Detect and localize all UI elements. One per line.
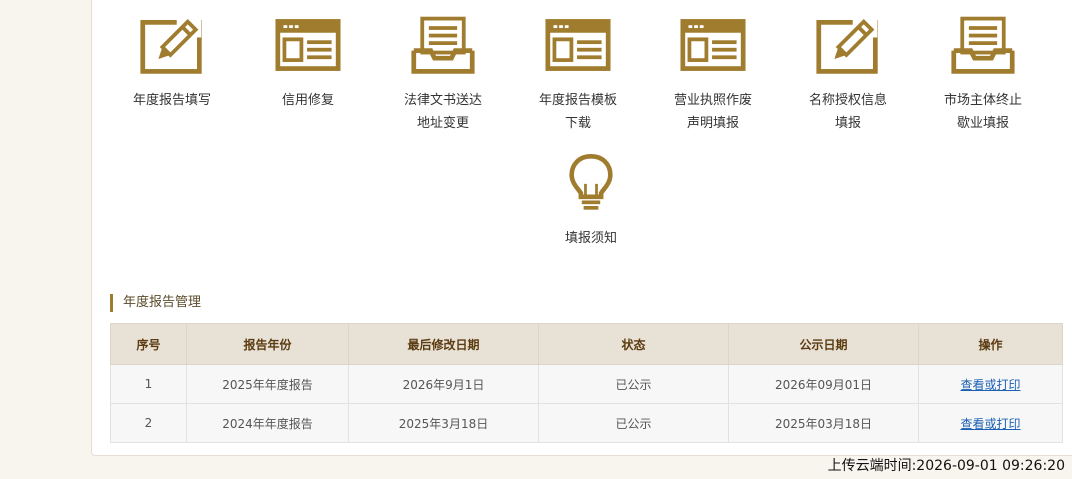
- name-authorization-button[interactable]: 名称授权信息 填报: [780, 14, 916, 135]
- lightbulb-icon: [568, 151, 614, 215]
- inbox-tray-icon: [950, 14, 1016, 76]
- publish-date: 2026年09月01日: [728, 364, 919, 404]
- row-index: 1: [110, 364, 187, 404]
- table-row: 1 2025年年度报告 2026年9月1日 已公示 2026年09月01日 查看…: [110, 364, 1063, 404]
- last-modified-date: 2025年3月18日: [348, 403, 539, 443]
- inbox-tray-icon: [410, 14, 476, 76]
- service-label: 法律文书送达 地址变更: [403, 93, 482, 131]
- table-row: 2 2024年年度报告 2025年3月18日 已公示 2025年03月18日 查…: [110, 403, 1063, 443]
- last-modified-date: 2026年9月1日: [348, 364, 539, 404]
- report-year: 2025年年度报告: [186, 364, 349, 404]
- credit-repair-button[interactable]: 信用修复: [240, 14, 376, 112]
- publish-date: 2025年03月18日: [728, 403, 919, 443]
- service-label: 市场主体终止 歇业填报: [943, 93, 1022, 131]
- window-form-icon: [680, 14, 746, 76]
- table-header-row: 序号 报告年份 最后修改日期 状态 公示日期 操作: [110, 323, 1063, 365]
- report-year: 2024年年度报告: [186, 403, 349, 443]
- service-label: 营业执照作废 声明填报: [673, 93, 752, 131]
- service-label: 信用修复: [281, 93, 334, 108]
- report-template-download-button[interactable]: 年度报告模板 下载: [510, 14, 646, 135]
- column-header: 公示日期: [728, 323, 919, 365]
- service-icons: 年度报告填写 信用修复 法律文书送达 地址变更 年度报告模板 下载 营业执照作废…: [0, 14, 1072, 246]
- row-index: 2: [110, 403, 187, 443]
- status: 已公示: [538, 364, 729, 404]
- pencil-icon: [139, 14, 205, 76]
- column-header: 状态: [538, 323, 729, 365]
- pencil-icon: [815, 14, 881, 76]
- status: 已公示: [538, 403, 729, 443]
- legal-address-change-button[interactable]: 法律文书送达 地址变更: [375, 14, 511, 135]
- column-header: 报告年份: [186, 323, 349, 365]
- license-void-declaration-button[interactable]: 营业执照作废 声明填报: [645, 14, 781, 135]
- window-form-icon: [275, 14, 341, 76]
- view-or-print-link[interactable]: 查看或打印: [960, 417, 1020, 431]
- window-form-icon: [545, 14, 611, 76]
- market-entity-termination-button[interactable]: 市场主体终止 歇业填报: [915, 14, 1051, 135]
- annual-report-table: 序号 报告年份 最后修改日期 状态 公示日期 操作 1 2025年年度报告 20…: [110, 323, 1063, 443]
- action-cell: 查看或打印: [918, 403, 1063, 443]
- column-header: 最后修改日期: [348, 323, 539, 365]
- annual-report-fill-button[interactable]: 年度报告填写: [104, 14, 240, 112]
- column-header: 序号: [110, 323, 187, 365]
- service-label: 填报须知: [564, 231, 617, 246]
- column-header: 操作: [918, 323, 1063, 365]
- upload-time-label: 上传云端时间:2026-09-01 09:26:20: [827, 458, 1065, 474]
- service-label: 年度报告模板 下载: [538, 93, 617, 131]
- service-label: 年度报告填写: [132, 93, 211, 108]
- view-or-print-link[interactable]: 查看或打印: [960, 378, 1020, 392]
- service-label: 名称授权信息 填报: [808, 93, 887, 131]
- section-title: 年度报告管理: [110, 294, 201, 312]
- filing-notice-button[interactable]: 填报须知: [523, 151, 659, 250]
- action-cell: 查看或打印: [918, 364, 1063, 404]
